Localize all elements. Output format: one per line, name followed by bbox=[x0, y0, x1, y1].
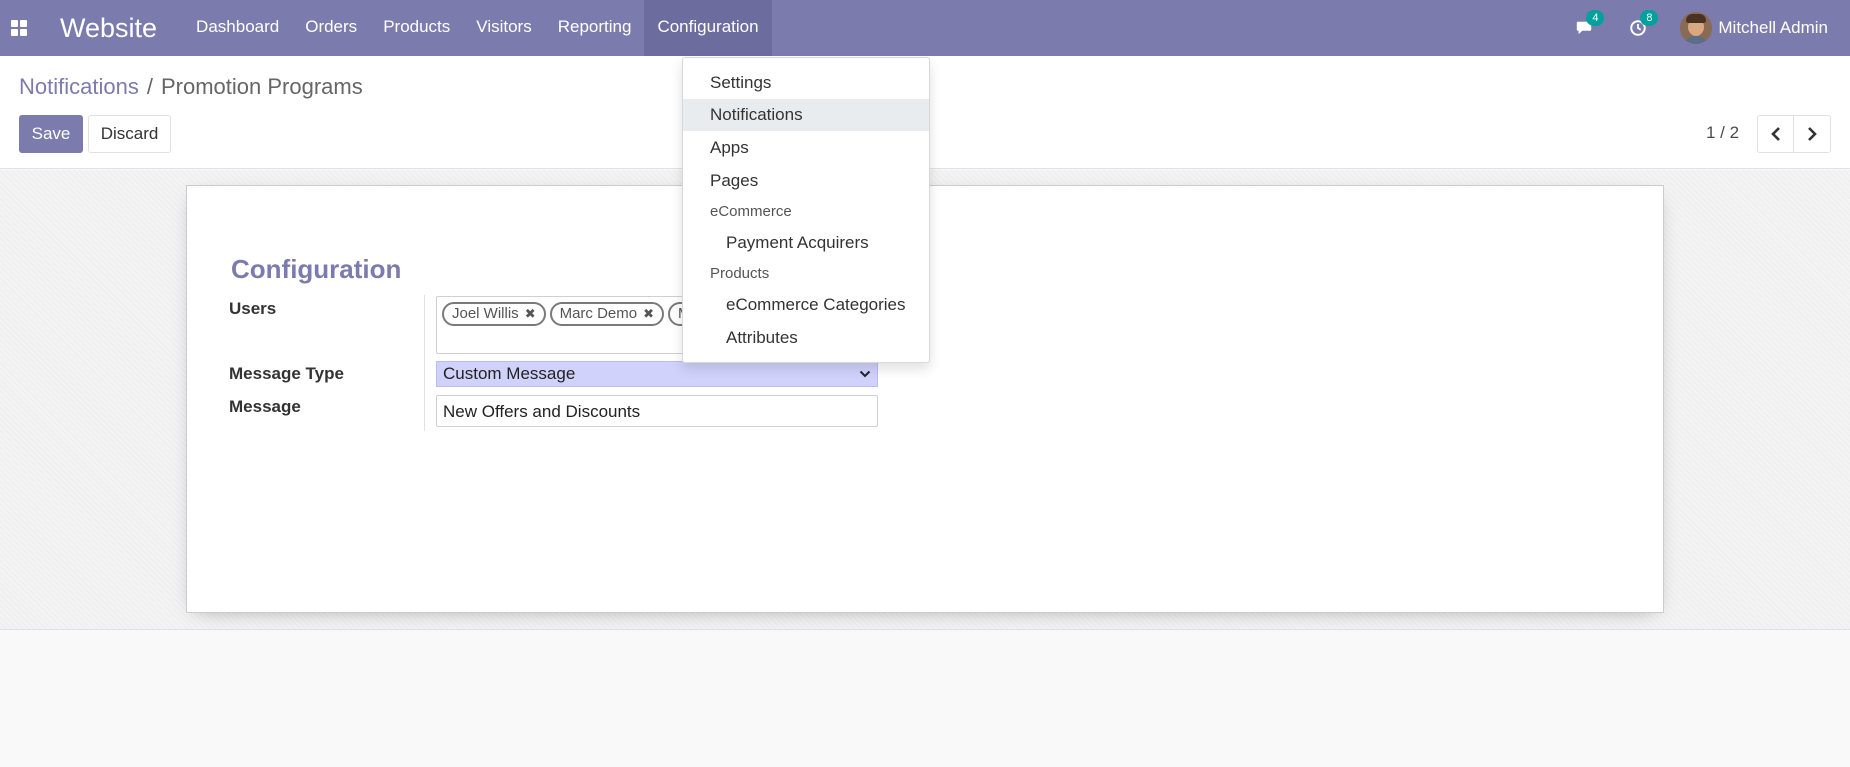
field-divider bbox=[424, 295, 425, 431]
dropdown-item-apps[interactable]: Apps bbox=[683, 132, 929, 164]
remove-tag-icon[interactable]: ✖ bbox=[525, 304, 536, 324]
activities-badge: 8 bbox=[1640, 10, 1659, 26]
message-label: Message bbox=[229, 397, 301, 416]
pager-next-button[interactable] bbox=[1794, 115, 1831, 153]
breadcrumb-separator: / bbox=[146, 74, 153, 99]
menu-dashboard[interactable]: Dashboard bbox=[183, 0, 292, 56]
activities-clock-icon[interactable]: 8 bbox=[1626, 10, 1659, 40]
chevron-left-icon bbox=[1770, 127, 1780, 141]
message-type-value: Custom Message bbox=[443, 364, 576, 383]
dropdown-item-payment-acquirers[interactable]: Payment Acquirers bbox=[683, 227, 929, 259]
chevron-down-icon bbox=[859, 370, 871, 378]
user-name: Mitchell Admin bbox=[1718, 18, 1828, 37]
user-menu[interactable]: Mitchell Admin bbox=[1680, 12, 1828, 44]
avatar bbox=[1680, 12, 1713, 44]
main-menu: Dashboard Orders Products Visitors Repor… bbox=[183, 0, 772, 56]
menu-products[interactable]: Products bbox=[370, 0, 463, 56]
discard-button[interactable]: Discard bbox=[88, 115, 171, 153]
remove-tag-icon[interactable]: ✖ bbox=[643, 304, 654, 324]
breadcrumb-notifications-link[interactable]: Notifications bbox=[19, 74, 139, 100]
user-tag-label: Marc Demo bbox=[559, 305, 638, 322]
app-brand[interactable]: Website bbox=[38, 13, 183, 44]
menu-reporting[interactable]: Reporting bbox=[545, 0, 645, 56]
chevron-right-icon bbox=[1808, 127, 1817, 141]
message-type-label: Message Type bbox=[229, 364, 344, 383]
systray: 4 8 Mitchell Admin bbox=[1572, 0, 1850, 56]
dropdown-item-attributes[interactable]: Attributes bbox=[683, 322, 929, 354]
dropdown-item-ecommerce-categories[interactable]: eCommerce Categories bbox=[683, 289, 929, 321]
breadcrumb: Notifications / Promotion Programs bbox=[19, 74, 363, 100]
user-tag: Joel Willis ✖ bbox=[442, 302, 546, 326]
dropdown-item-settings[interactable]: Settings bbox=[683, 67, 929, 99]
messages-badge: 4 bbox=[1586, 10, 1605, 26]
group-title: Configuration bbox=[231, 254, 402, 284]
user-tag-label: Joel Willis bbox=[452, 305, 519, 322]
menu-orders[interactable]: Orders bbox=[292, 0, 370, 56]
breadcrumb-current: Promotion Programs bbox=[160, 74, 363, 99]
apps-menu-icon[interactable] bbox=[0, 0, 38, 56]
save-button[interactable]: Save bbox=[19, 115, 83, 153]
menu-configuration[interactable]: Configuration bbox=[644, 0, 772, 56]
dropdown-header-ecommerce: eCommerce bbox=[710, 203, 792, 220]
dropdown-item-pages[interactable]: Pages bbox=[683, 165, 929, 197]
pager-value[interactable]: 1 / 2 bbox=[1706, 123, 1739, 143]
top-navbar: Website Dashboard Orders Products Visito… bbox=[0, 0, 1850, 56]
menu-visitors[interactable]: Visitors bbox=[463, 0, 544, 56]
user-tag: Marc Demo ✖ bbox=[549, 302, 665, 326]
pager-previous-button[interactable] bbox=[1757, 115, 1794, 153]
messages-icon[interactable]: 4 bbox=[1572, 10, 1605, 40]
users-tags: Joel Willis ✖ Marc Demo ✖ M bbox=[442, 302, 705, 326]
dropdown-item-notifications[interactable]: Notifications bbox=[683, 99, 929, 131]
message-input[interactable]: New Offers and Discounts bbox=[436, 395, 878, 427]
message-type-select[interactable]: Custom Message bbox=[436, 361, 878, 387]
users-label: Users bbox=[229, 299, 277, 318]
pager-buttons bbox=[1757, 115, 1831, 153]
configuration-dropdown: Settings Notifications Apps Pages eComme… bbox=[682, 57, 930, 363]
dropdown-header-products: Products bbox=[710, 265, 770, 282]
